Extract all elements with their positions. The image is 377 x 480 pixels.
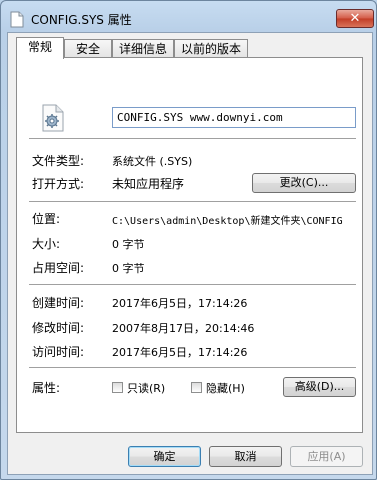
general-panel: CONFIG.SYS www.downyi.com 文件类型: 系统文件 (.S…	[16, 57, 363, 433]
tab-previous-versions[interactable]: 以前的版本	[174, 39, 248, 58]
hidden-checkbox[interactable]	[191, 382, 202, 393]
readonly-checkbox[interactable]	[112, 382, 123, 393]
tab-details[interactable]: 详细信息	[112, 39, 174, 58]
change-button[interactable]: 更改(C)...	[252, 173, 356, 193]
file-type-label: 文件类型:	[32, 154, 85, 168]
tab-security[interactable]: 安全	[64, 39, 112, 58]
size-value: 0 字节	[112, 238, 145, 251]
accessed-value: 2017年6月5日，17:14:26	[112, 346, 248, 359]
ok-button[interactable]: 确定	[128, 446, 201, 467]
attributes-label: 属性:	[32, 381, 61, 395]
hidden-label[interactable]: 隐藏(H)	[206, 380, 245, 396]
created-label: 创建时间:	[32, 296, 85, 310]
readonly-label[interactable]: 只读(R)	[127, 380, 165, 396]
opens-with-label: 打开方式:	[32, 177, 85, 191]
client-area: 常规 安全 详细信息 以前的版本 CONFIG.SYS www.downyi.c…	[7, 32, 373, 475]
modified-label: 修改时间:	[32, 321, 85, 335]
opens-with-value: 未知应用程序	[112, 177, 185, 191]
location-value: C:\Users\admin\Desktop\新建文件夹\CONFIG	[112, 216, 343, 227]
advanced-button[interactable]: 高级(D)...	[283, 377, 356, 397]
system-file-gear-icon	[42, 104, 64, 132]
file-type-value: 系统文件 (.SYS)	[112, 155, 193, 168]
close-button[interactable]: ✕	[336, 9, 374, 28]
document-icon	[10, 11, 24, 28]
properties-window: CONFIG.SYS 属性 ✕ 常规 安全 详细信息 以前的版本 CONFIG.…	[0, 0, 377, 480]
accessed-label: 访问时间:	[32, 345, 85, 359]
apply-button[interactable]: 应用(A)	[290, 446, 363, 467]
size-on-disk-label: 占用空间:	[32, 261, 85, 275]
size-label: 大小:	[32, 237, 61, 251]
file-name-input[interactable]: CONFIG.SYS www.downyi.com	[112, 107, 356, 128]
created-value: 2017年6月5日，17:14:26	[112, 297, 248, 310]
location-label: 位置:	[32, 212, 61, 226]
separator	[29, 138, 356, 140]
separator	[29, 201, 356, 203]
tab-general[interactable]: 常规	[16, 37, 64, 59]
cancel-button[interactable]: 取消	[209, 446, 282, 467]
window-title: CONFIG.SYS 属性	[31, 13, 132, 27]
separator	[29, 284, 356, 286]
separator	[29, 367, 356, 369]
size-on-disk-value: 0 字节	[112, 262, 145, 275]
modified-value: 2007年8月17日，20:14:46	[112, 322, 255, 335]
